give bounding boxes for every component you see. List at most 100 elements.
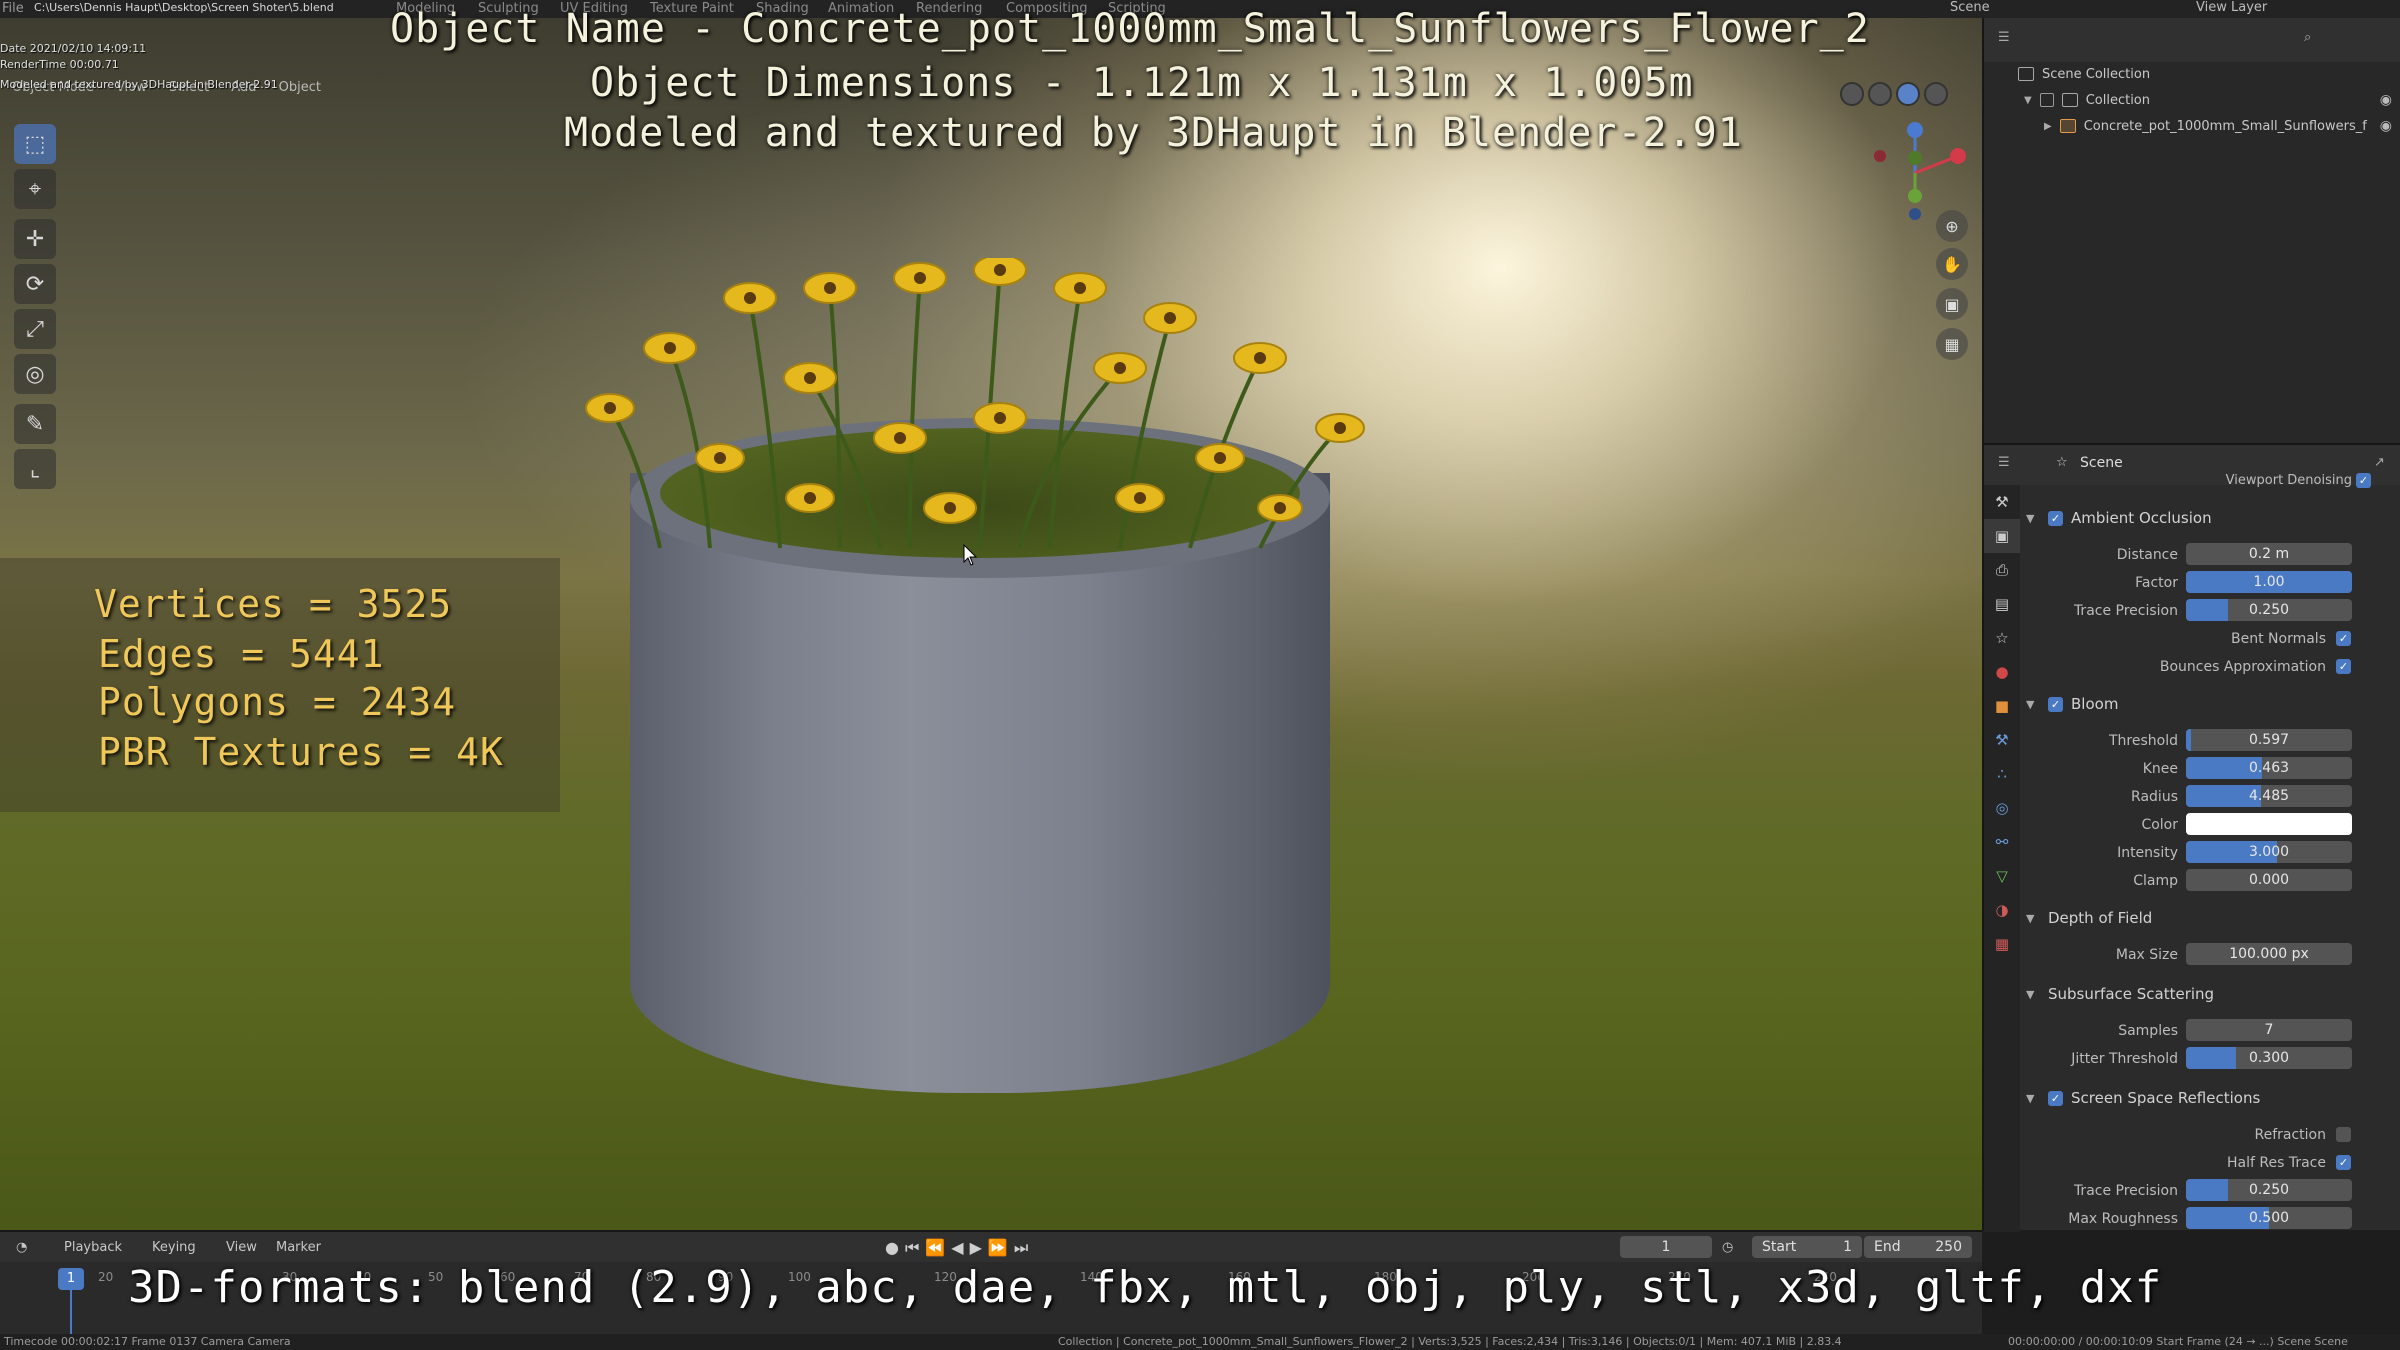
output-tab-icon[interactable]: ⎙	[1984, 553, 2020, 587]
editor-type-icon[interactable]: ☰	[1998, 455, 2010, 470]
status-left: Timecode 00:00:02:17 Frame 0137 Camera C…	[4, 1335, 291, 1348]
bounces-approximation-checkbox[interactable]: ✓	[2336, 659, 2351, 674]
expand-arrow-icon[interactable]: ▼	[2024, 95, 2032, 106]
constraints-tab-icon[interactable]: ⚯	[1984, 825, 2020, 859]
playback-menu[interactable]: Playback	[64, 1240, 122, 1255]
rotate-icon[interactable]: ⟳	[14, 264, 56, 304]
collection-checkbox[interactable]	[2039, 93, 2054, 107]
zoom-icon[interactable]: ⊕	[1936, 210, 1968, 242]
cursor-icon[interactable]: ⌖	[14, 169, 56, 209]
jump-start-icon[interactable]: ⏮	[905, 1238, 919, 1258]
ssr-max-roughness-slider[interactable]: 0.500	[2186, 1207, 2352, 1229]
ao-trace-precision-slider[interactable]: 0.250	[2186, 599, 2352, 621]
bent-normals-checkbox[interactable]: ✓	[2336, 631, 2351, 646]
modifier-tab-icon[interactable]: ⚒	[1984, 723, 2020, 757]
next-keyframe-icon[interactable]: ⏩	[988, 1238, 1008, 1258]
outliner-row-collection[interactable]: ▼ Collection ◉	[1984, 88, 2400, 112]
refraction-checkbox[interactable]	[2336, 1127, 2351, 1142]
bloom-radius-slider[interactable]: 4.485	[2186, 785, 2352, 807]
material-tab-icon[interactable]: ◑	[1984, 893, 2020, 927]
bloom-threshold-slider[interactable]: 0.597	[2186, 729, 2352, 751]
particles-tab-icon[interactable]: ∴	[1984, 757, 2020, 791]
start-frame-field[interactable]: Start 1	[1752, 1236, 1862, 1258]
outliner-editor-type-icon[interactable]: ☰	[1998, 30, 2010, 45]
camera-view-icon[interactable]: ▣	[1936, 288, 1968, 320]
data-tab-icon[interactable]: ▽	[1984, 859, 2020, 893]
object-tab-icon[interactable]: ■	[1984, 689, 2020, 723]
field-value: 0.500	[2248, 1210, 2290, 1226]
section-ambient-occlusion[interactable]: ▼ ✓ Ambient Occlusion	[2026, 505, 2396, 531]
transport-controls: ● ⏮ ⏪ ◀ ▶ ⏩ ⏭	[885, 1238, 1028, 1258]
annotate-icon[interactable]: ✎	[14, 404, 56, 444]
transform-icon[interactable]: ◎	[14, 354, 56, 394]
scene-selector[interactable]: Scene	[1950, 0, 1990, 15]
field-value: 4.485	[2248, 788, 2290, 804]
current-frame-field[interactable]: 1	[1620, 1236, 1712, 1258]
view-menu[interactable]: View	[226, 1240, 257, 1255]
ao-factor-slider[interactable]: 1.00	[2186, 571, 2352, 593]
ssr-checkbox[interactable]: ✓	[2048, 1090, 2063, 1106]
wireframe-shading-icon[interactable]	[1840, 82, 1864, 106]
outliner-row-scene-collection[interactable]: Scene Collection	[1984, 62, 2400, 86]
timeline-editor-icon[interactable]: ◔	[16, 1240, 27, 1255]
ambient-occlusion-checkbox[interactable]: ✓	[2048, 510, 2063, 526]
view-layer-tab-icon[interactable]: ▤	[1984, 587, 2020, 621]
world-tab-icon[interactable]: ●	[1984, 655, 2020, 689]
pan-hand-icon[interactable]: ✋	[1936, 248, 1968, 280]
file-menu[interactable]: File	[2, 1, 24, 16]
rendered-shading-icon[interactable]	[1924, 82, 1948, 106]
bloom-intensity-slider[interactable]: 3.000	[2186, 841, 2352, 863]
bloom-color-swatch[interactable]	[2186, 813, 2352, 835]
object-menu[interactable]: Object	[279, 80, 321, 95]
tool-tab-icon[interactable]: ⚒	[1984, 485, 2020, 519]
section-screen-space-reflections[interactable]: ▼ ✓ Screen Space Reflections	[2026, 1085, 2396, 1111]
move-icon[interactable]: ✛	[14, 219, 56, 259]
bloom-knee-slider[interactable]: 0.463	[2186, 757, 2352, 779]
bloom-checkbox[interactable]: ✓	[2048, 696, 2063, 712]
marker-menu[interactable]: Marker	[276, 1240, 321, 1255]
half-res-trace-checkbox[interactable]: ✓	[2336, 1155, 2351, 1170]
3d-viewport[interactable]: Object Mode View Select Add Object ⬚ ⌖ ✛…	[0, 18, 1982, 1230]
field-value: 100.000 px	[2229, 946, 2309, 962]
slider-fill	[2186, 729, 2191, 751]
checkbox-label: Refraction	[2254, 1127, 2327, 1143]
scene-tab-icon[interactable]: ☆	[1984, 621, 2020, 655]
play-icon[interactable]: ▶	[970, 1238, 982, 1258]
material-preview-shading-icon[interactable]	[1896, 82, 1920, 106]
dof-max-size-field[interactable]: 100.000 px	[2186, 943, 2352, 965]
physics-tab-icon[interactable]: ◎	[1984, 791, 2020, 825]
collapse-arrow-icon[interactable]: ▶	[2044, 121, 2052, 132]
play-reverse-icon[interactable]: ◀	[951, 1238, 963, 1258]
visibility-eye-icon[interactable]: ◉	[2380, 118, 2392, 134]
ao-distance-field[interactable]: 0.2 m	[2186, 543, 2352, 565]
viewport-denoising-checkbox[interactable]: ✓	[2356, 473, 2371, 488]
visibility-eye-icon[interactable]: ◉	[2380, 92, 2392, 108]
playhead[interactable]: 1	[58, 1268, 84, 1290]
outliner-search-icon[interactable]: ⌕	[2304, 30, 2311, 45]
prev-keyframe-icon[interactable]: ⏪	[925, 1238, 945, 1258]
section-depth-of-field[interactable]: ▼ Depth of Field	[2026, 905, 2396, 931]
clock-icon[interactable]: ◷	[1722, 1240, 1733, 1255]
ssr-trace-precision-slider[interactable]: 0.250	[2186, 1179, 2352, 1201]
jump-end-icon[interactable]: ⏭	[1014, 1238, 1028, 1258]
record-icon[interactable]: ●	[885, 1238, 899, 1258]
select-box-icon[interactable]: ⬚	[14, 124, 56, 164]
measure-icon[interactable]: ⌞	[14, 449, 56, 489]
solid-shading-icon[interactable]	[1868, 82, 1892, 106]
sss-jitter-threshold-slider[interactable]: 0.300	[2186, 1047, 2352, 1069]
render-tab-icon[interactable]: ▣	[1984, 519, 2020, 553]
pin-icon[interactable]: ↗	[2374, 455, 2385, 470]
texture-tab-icon[interactable]: ▦	[1984, 927, 2020, 961]
keying-menu[interactable]: Keying	[152, 1240, 196, 1255]
scale-icon[interactable]: ⤢	[14, 309, 56, 349]
outliner-row-object[interactable]: ▶ Concrete_pot_1000mm_Small_Sunflowers_f…	[1984, 114, 2400, 138]
start-value: 1	[1843, 1239, 1852, 1255]
sss-samples-field[interactable]: 7	[2186, 1019, 2352, 1041]
section-bloom[interactable]: ▼ ✓ Bloom	[2026, 691, 2396, 717]
ortho-grid-icon[interactable]: ▦	[1936, 328, 1968, 360]
section-subsurface-scattering[interactable]: ▼ Subsurface Scattering	[2026, 981, 2396, 1007]
view-layer-selector[interactable]: View Layer	[2196, 0, 2267, 15]
end-frame-field[interactable]: End 250	[1864, 1236, 1972, 1258]
section-expand-icon: ▼	[2026, 987, 2035, 1001]
bloom-clamp-field[interactable]: 0.000	[2186, 869, 2352, 891]
